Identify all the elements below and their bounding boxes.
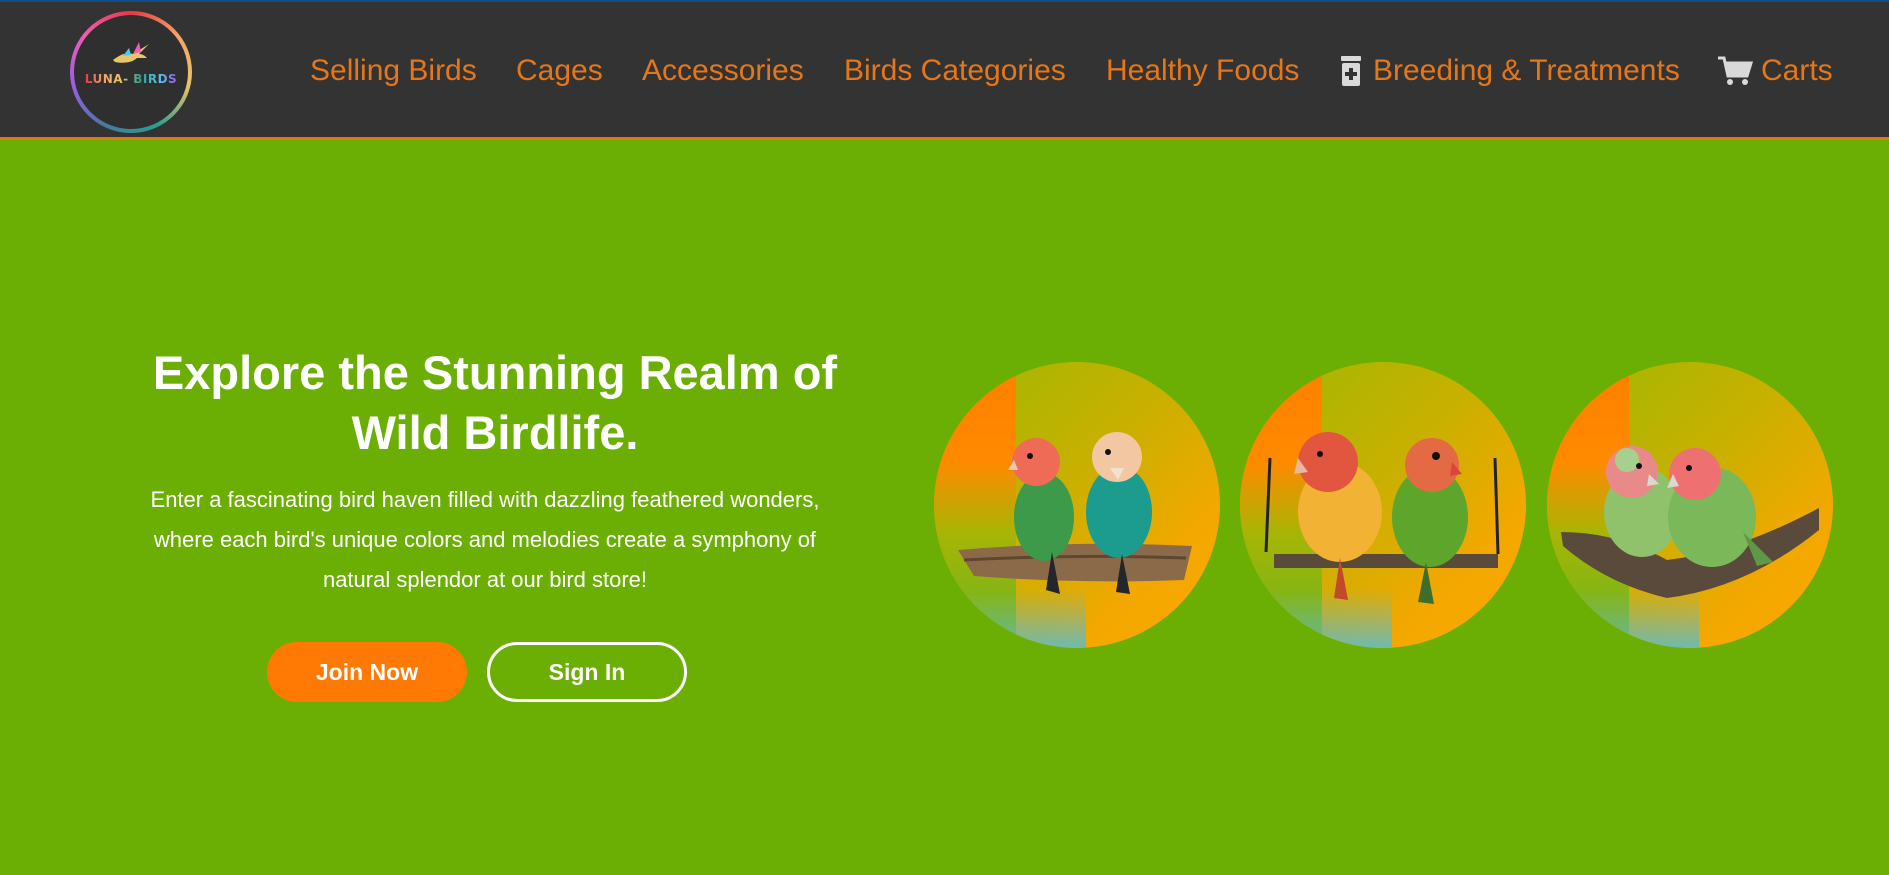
nav-item-label: Accessories — [642, 54, 804, 87]
nav-item-selling-birds[interactable]: Selling Birds — [310, 48, 477, 94]
nav-item-breeding-treatments[interactable]: Breeding & Treatments — [1339, 48, 1680, 94]
nav-item-label: Selling Birds — [310, 54, 477, 87]
nav-item-cages[interactable]: Cages — [516, 48, 603, 94]
join-now-button[interactable]: Join Now — [267, 642, 467, 702]
lovebirds-swing-icon — [1264, 432, 1500, 604]
brand-logo-text: LUNA- BIRDS — [84, 72, 178, 86]
nav-item-carts[interactable]: Carts — [1717, 48, 1833, 94]
medicine-bottle-icon — [1339, 56, 1365, 86]
bird-image-3 — [1547, 362, 1833, 648]
bird-image-2 — [1240, 362, 1526, 648]
lovebirds-cuddling-icon — [1561, 446, 1819, 598]
nav-item-healthy-foods[interactable]: Healthy Foods — [1106, 48, 1299, 94]
nav-item-label: Breeding & Treatments — [1373, 54, 1680, 87]
nav-item-label: Healthy Foods — [1106, 54, 1300, 87]
nav-item-label: Carts — [1761, 54, 1833, 87]
brand-logo[interactable]: LUNA- BIRDS — [70, 11, 192, 133]
sign-in-button[interactable]: Sign In — [487, 642, 687, 702]
nav-item-accessories[interactable]: Accessories — [642, 48, 804, 94]
cart-icon — [1717, 56, 1753, 86]
hero-description: Enter a fascinating bird haven filled wi… — [150, 487, 820, 592]
nav-item-label: Birds Categories — [844, 54, 1066, 87]
nav-item-label: Cages — [516, 54, 603, 87]
hummingbird-icon — [113, 42, 149, 63]
bird-image-1 — [934, 362, 1220, 648]
nav-item-birds-categories[interactable]: Birds Categories — [844, 48, 1066, 94]
hero-title: Explore the Stunning Realm of Wild Birdl… — [152, 346, 838, 459]
navbar: LUNA- BIRDS Selling Birds Cages Accessor… — [0, 0, 1889, 140]
lovebirds-perched-icon — [958, 432, 1192, 594]
